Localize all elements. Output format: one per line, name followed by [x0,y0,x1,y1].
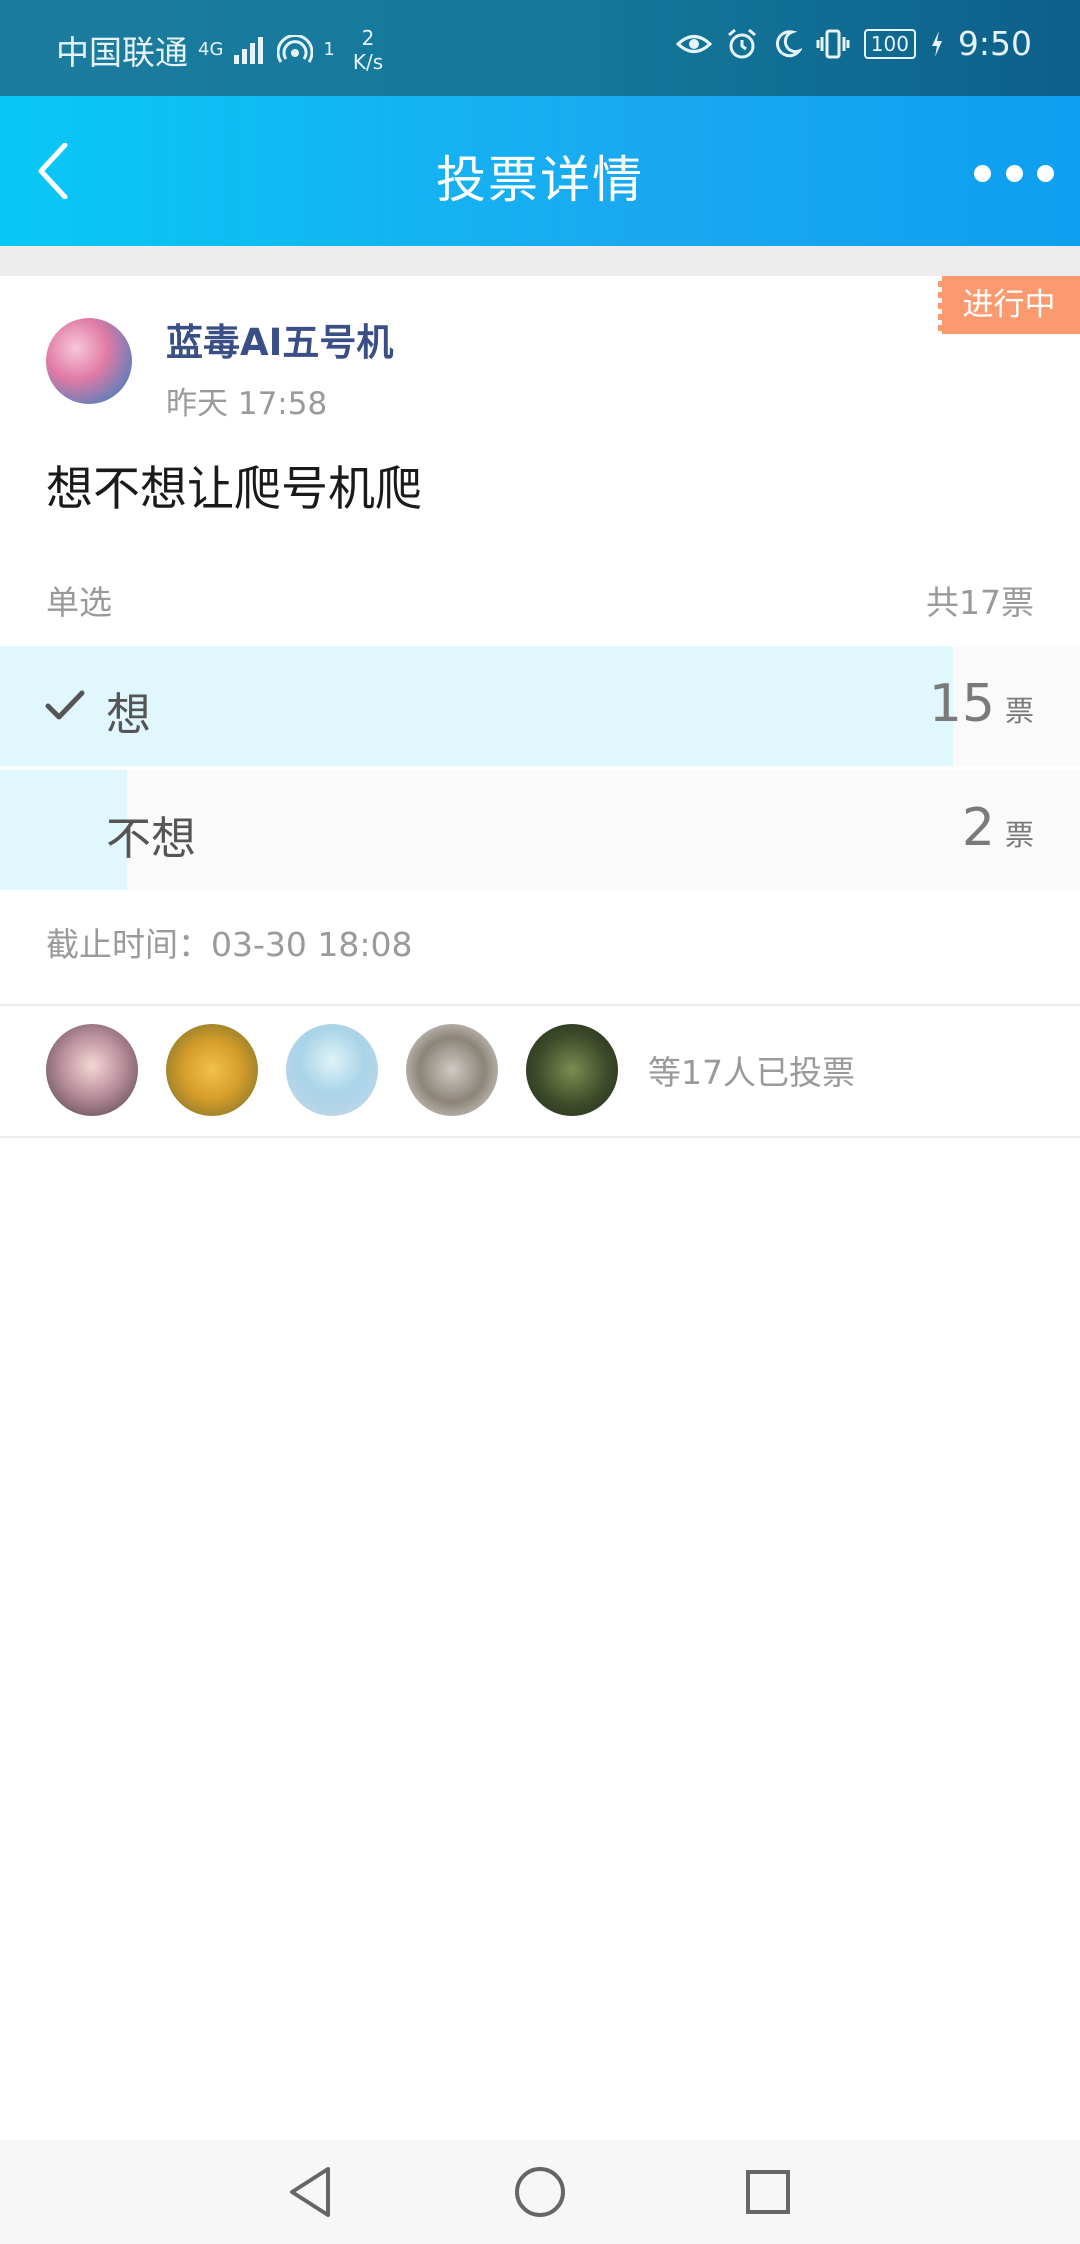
option-count-unit: 票 [1004,694,1034,728]
option-label: 想 [106,688,152,741]
title-bar: 投票详情 [0,96,1080,246]
option-vote-count: 2 票 [962,798,1034,858]
voter-avatar[interactable] [406,1024,498,1116]
signal-icon [234,37,264,64]
poll-option-no[interactable]: 不想 2 票 [0,770,1080,890]
more-dots-icon [1005,164,1023,182]
poll-option-yes[interactable]: 想 15 票 [0,646,1080,766]
nav-home-button[interactable] [510,2162,570,2222]
sim-index: 1 [323,39,335,60]
vote-total: 共17票 [926,583,1034,622]
more-button[interactable] [974,156,1054,190]
more-dots-icon [974,164,991,182]
deadline-text: 截止时间：03-30 18:08 [46,925,413,964]
vibrate-icon [816,29,850,58]
status-bar-left: 中国联通 4G 1 2 K/s [56,26,383,74]
battery-level: 100 [863,28,916,59]
voters-summary[interactable]: 等17人已投票 [648,1046,855,1094]
check-icon [45,690,85,720]
poll-question: 想不想让爬号机爬 [46,462,422,517]
square-recents-icon [746,2170,790,2214]
moon-icon [775,29,802,57]
system-nav-bar [0,2140,1080,2244]
charging-icon [931,30,942,57]
author-name[interactable]: 蓝毒AI五号机 [166,312,393,366]
eye-icon [675,34,712,53]
option-vote-count: 15 票 [929,674,1034,734]
network-type: 4G [198,39,224,60]
option-label: 不想 [106,812,197,865]
hotspot-icon [277,35,314,63]
divider [0,1136,1080,1138]
carrier-name: 中国联通 [56,33,188,72]
clock: 9:50 [957,24,1032,63]
alarm-icon [727,28,756,58]
more-dots-icon [1037,164,1054,182]
network-speed: 2 K/s [353,26,383,74]
option-count-unit: 票 [1004,818,1034,852]
circle-home-icon [515,2167,565,2217]
poll-card: 进行中 蓝毒AI五号机 昨天 17:58 想不想让爬号机爬 单选 共17票 想 … [0,276,1080,1138]
speed-value: 2 [361,26,375,50]
post-time: 昨天 17:58 [166,386,328,422]
author-avatar[interactable] [46,318,132,404]
page-title: 投票详情 [436,151,644,209]
nav-recents-button[interactable] [738,2162,798,2222]
section-divider [0,246,1080,276]
speed-unit: K/s [352,50,384,74]
status-bar-right: 100 9:50 [675,24,1032,63]
voter-avatar[interactable] [46,1024,138,1116]
voters-row[interactable]: 等17人已投票 [46,1024,855,1116]
vote-type: 单选 [46,583,112,622]
nav-back-button[interactable] [280,2162,340,2222]
divider [0,1004,1080,1006]
option-count-number: 2 [961,798,995,858]
voter-avatar[interactable] [526,1024,618,1116]
triangle-back-icon [290,2167,330,2217]
voter-avatar[interactable] [166,1024,258,1116]
option-count-number: 15 [928,674,995,734]
status-badge: 进行中 [936,276,1080,334]
status-bar: 中国联通 4G 1 2 K/s 100 9:50 [0,0,1080,96]
voter-avatar[interactable] [286,1024,378,1116]
